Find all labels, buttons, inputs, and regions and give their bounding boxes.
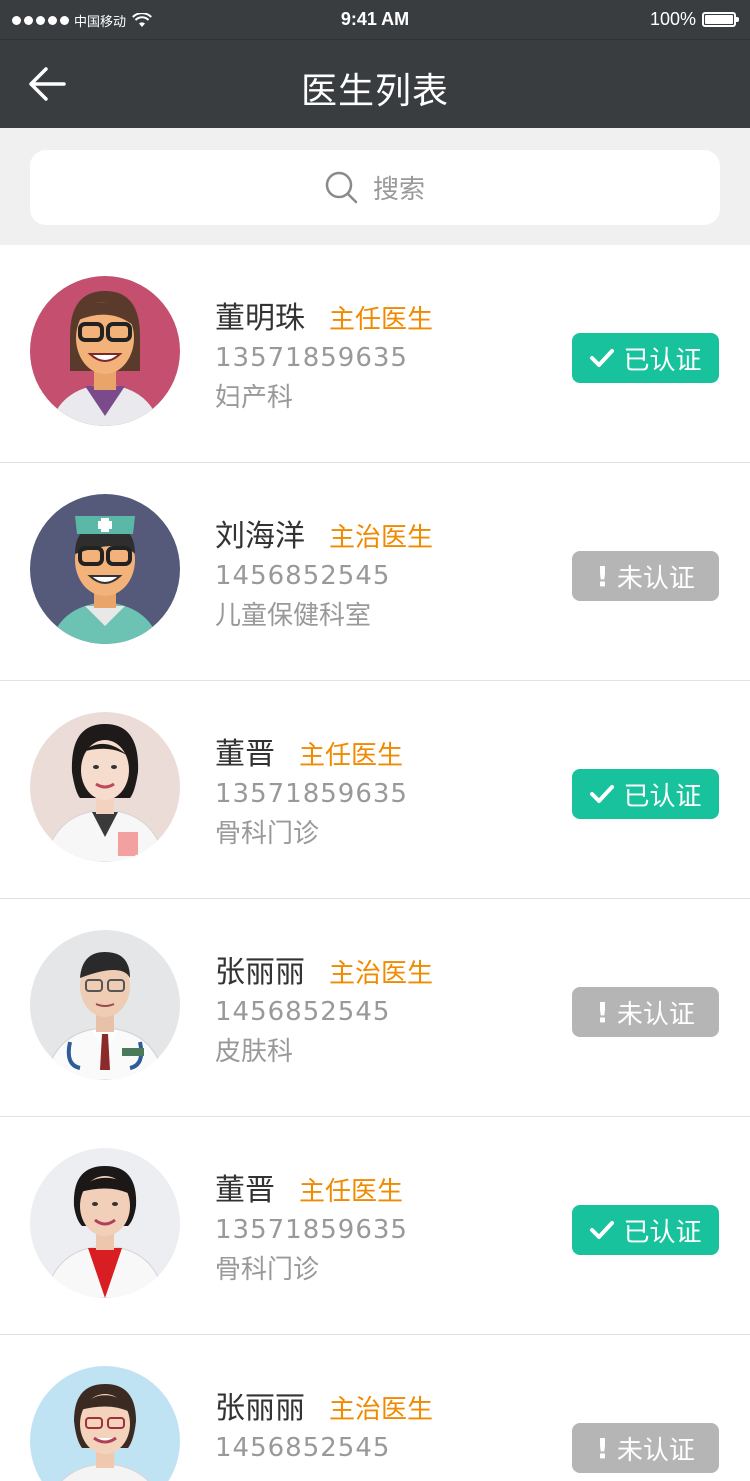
avatar [30, 1366, 180, 1481]
doctor-phone: 1456852545 [215, 1433, 391, 1463]
doctor-department: 妇产科 [215, 383, 294, 413]
search-area: 搜索 [0, 128, 750, 245]
battery-icon [702, 12, 739, 27]
search-placeholder: 搜索 [372, 175, 425, 205]
doctor-row[interactable]: 张丽丽 主治医生 1456852545 ! 未认证 [0, 1335, 750, 1481]
check-icon [590, 785, 615, 803]
doctor-title: 主治医生 [329, 523, 434, 553]
doctor-name: 张丽丽 [215, 1391, 305, 1426]
doctor-row[interactable]: 董晋 主任医生 13571859635 骨科门诊 已认证 [0, 1117, 750, 1335]
battery-percent: 100% [649, 9, 696, 29]
status-badge: 已认证 [572, 333, 719, 383]
doctor-row[interactable]: 董晋 主任医生 13571859635 骨科门诊 已认证 [0, 681, 750, 899]
doctor-row[interactable]: 张丽丽 主治医生 1456852545 皮肤科 ! 未认证 [0, 899, 750, 1117]
doctor-title: 主任医生 [299, 741, 404, 771]
doctor-list: 董明珠 主任医生 13571859635 妇产科 已认证 刘海洋 主治医生 14… [0, 245, 750, 1481]
doctor-department: 骨科门诊 [215, 819, 320, 849]
status-label: 已认证 [623, 781, 702, 812]
doctor-info: 董明珠 主任医生 13571859635 妇产科 [215, 293, 433, 414]
doctor-row[interactable]: 董明珠 主任医生 13571859635 妇产科 已认证 [0, 245, 750, 463]
status-label: 已认证 [623, 1217, 702, 1248]
doctor-name: 张丽丽 [215, 955, 305, 990]
doctor-phone: 1456852545 [215, 997, 391, 1027]
doctor-department: 骨科门诊 [215, 1255, 320, 1285]
doctor-department: 皮肤科 [215, 1037, 294, 1067]
doctor-phone: 13571859635 [215, 779, 408, 809]
status-badge: ! 未认证 [572, 987, 719, 1037]
doctor-title: 主任医生 [329, 305, 434, 335]
status-badge: 已认证 [572, 1205, 719, 1255]
nav-bar: 医生列表 [0, 40, 750, 128]
status-badge: ! 未认证 [572, 551, 719, 601]
page-title: 医生列表 [300, 71, 449, 112]
avatar [30, 494, 180, 644]
doctor-info: 刘海洋 主治医生 1456852545 儿童保健科室 [215, 511, 433, 632]
exclamation-icon: ! [596, 559, 609, 593]
avatar [30, 930, 180, 1080]
status-badge: 已认证 [572, 769, 719, 819]
search-icon [325, 171, 358, 203]
doctor-info: 董晋 主任医生 13571859635 骨科门诊 [215, 1165, 408, 1286]
doctor-title: 主任医生 [299, 1177, 404, 1207]
battery-status: 100% [649, 9, 739, 30]
status-label: 未认证 [616, 1435, 695, 1466]
check-icon [590, 1221, 615, 1239]
status-bar: 中国移动 9:41 AM 100% [0, 0, 750, 40]
doctor-row[interactable]: 刘海洋 主治医生 1456852545 儿童保健科室 ! 未认证 [0, 463, 750, 681]
doctor-title: 主治医生 [329, 959, 434, 989]
doctor-info: 张丽丽 主治医生 1456852545 皮肤科 [215, 947, 433, 1068]
status-label: 未认证 [616, 999, 695, 1030]
doctor-name: 董晋 [215, 737, 275, 772]
doctor-department: 儿童保健科室 [215, 601, 372, 631]
doctor-title: 主治医生 [329, 1395, 434, 1425]
exclamation-icon: ! [596, 995, 609, 1029]
doctor-name: 董晋 [215, 1173, 275, 1208]
exclamation-icon: ! [596, 1431, 609, 1465]
status-label: 未认证 [616, 563, 695, 594]
clock: 9:41 AM [340, 9, 410, 29]
doctor-info: 董晋 主任医生 13571859635 骨科门诊 [215, 729, 408, 850]
doctor-info: 张丽丽 主治医生 1456852545 [215, 1383, 433, 1463]
check-icon [590, 349, 615, 367]
doctor-phone: 1456852545 [215, 561, 391, 591]
search-input[interactable]: 搜索 [30, 150, 720, 225]
status-label: 已认证 [623, 345, 702, 376]
doctor-name: 刘海洋 [215, 519, 305, 554]
avatar [30, 1148, 180, 1298]
doctor-phone: 13571859635 [215, 343, 408, 373]
avatar [30, 276, 180, 426]
avatar [30, 712, 180, 862]
doctor-name: 董明珠 [215, 301, 305, 336]
status-badge: ! 未认证 [572, 1423, 719, 1473]
doctor-phone: 13571859635 [215, 1215, 408, 1245]
